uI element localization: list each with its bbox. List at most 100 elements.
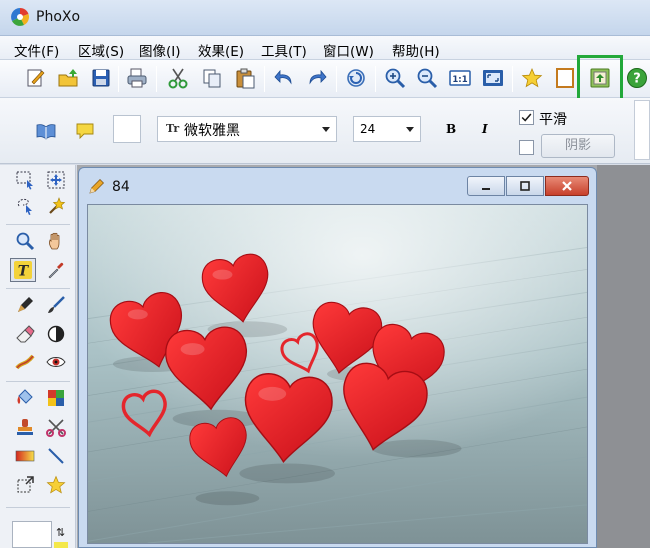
gradient-tool[interactable] <box>12 444 38 468</box>
zoom-out-button[interactable] <box>414 65 440 91</box>
stamp-tool[interactable] <box>12 415 38 439</box>
zoom-in-button[interactable] <box>382 65 408 91</box>
print-button[interactable] <box>124 65 150 91</box>
fit-window-button[interactable] <box>480 65 506 91</box>
app-logo-icon <box>11 7 29 26</box>
menu-image[interactable]: 图像(I) <box>139 40 181 60</box>
eye-icon <box>46 357 66 367</box>
close-button[interactable] <box>545 176 589 196</box>
shape-star-tool[interactable] <box>43 473 69 497</box>
brush-icon <box>48 296 65 313</box>
svg-text:T: T <box>18 264 30 280</box>
zoom-out-icon <box>417 68 438 89</box>
help-button[interactable]: ? <box>624 65 650 91</box>
font-size-select[interactable]: 24 <box>353 116 421 142</box>
text-library-button[interactable] <box>33 118 59 144</box>
swap-colors-icon[interactable]: ⇅ <box>56 526 65 539</box>
text-tool-icon: T <box>14 261 32 280</box>
menu-file[interactable]: 文件(F) <box>14 40 59 60</box>
star-icon <box>46 475 66 494</box>
zoom-tool[interactable] <box>12 229 38 253</box>
favorite-button[interactable] <box>519 65 545 91</box>
chevron-down-icon <box>406 127 414 132</box>
minimize-button[interactable] <box>467 176 505 196</box>
pen-tool[interactable] <box>12 293 38 317</box>
truetype-icon: Tr <box>166 122 180 135</box>
font-color-swatch[interactable] <box>113 115 141 143</box>
speech-bubble-icon <box>76 123 94 140</box>
title-bar: PhoXo <box>0 0 650 36</box>
italic-button[interactable]: I <box>482 122 488 136</box>
open-button[interactable] <box>55 65 81 91</box>
paste-button[interactable] <box>232 65 258 91</box>
stamp-icon <box>17 419 33 435</box>
font-size-value: 24 <box>360 122 376 136</box>
contrast-tool[interactable] <box>43 322 69 346</box>
copy-icon <box>203 69 221 88</box>
gradient-icon <box>15 450 35 462</box>
favorite-icon <box>521 67 543 88</box>
fill-tool[interactable] <box>12 386 38 410</box>
frame-button[interactable] <box>552 65 578 91</box>
help-icon: ? <box>627 68 647 88</box>
background-color-swatch[interactable] <box>54 542 68 548</box>
new-button[interactable] <box>22 65 48 91</box>
document-window: 84 <box>78 167 597 548</box>
lasso-tool[interactable] <box>12 194 38 218</box>
fill-icon <box>17 389 33 404</box>
undo-button[interactable] <box>271 65 297 91</box>
paste-icon <box>236 68 255 89</box>
shadow-button[interactable]: 阴影 <box>541 134 615 158</box>
redo-icon <box>309 69 327 85</box>
zoom-in-icon <box>385 68 406 89</box>
copy-button[interactable] <box>199 65 225 91</box>
transform-icon <box>17 476 34 493</box>
book-icon <box>36 124 56 140</box>
menu-help[interactable]: 帮助(H) <box>392 40 440 60</box>
line-tool-icon <box>48 448 64 464</box>
cut-icon <box>168 68 188 89</box>
bold-button[interactable]: B <box>446 122 456 136</box>
rect-select-tool[interactable] <box>12 168 38 192</box>
menu-effects[interactable]: 效果(E) <box>198 40 244 60</box>
hand-tool-icon <box>49 232 60 250</box>
image-canvas[interactable] <box>87 204 588 544</box>
smudge-tool[interactable] <box>12 350 38 374</box>
red-eye-tool[interactable] <box>43 350 69 374</box>
foreground-color-swatch[interactable] <box>12 521 52 548</box>
line-tool[interactable] <box>43 444 69 468</box>
maximize-icon <box>520 181 530 191</box>
hand-tool[interactable] <box>43 229 69 253</box>
smudge-icon <box>15 354 35 370</box>
text-tool[interactable]: T <box>10 258 36 282</box>
eyedropper-icon <box>48 262 64 279</box>
maximize-button[interactable] <box>506 176 544 196</box>
save-button[interactable] <box>88 65 114 91</box>
cut-button[interactable] <box>165 65 191 91</box>
color-replace-tool[interactable] <box>43 386 69 410</box>
smooth-checkbox[interactable] <box>519 110 534 125</box>
brush-tool[interactable] <box>43 293 69 317</box>
eyedropper-tool[interactable] <box>43 258 69 282</box>
actual-size-button[interactable]: 1:1 <box>447 65 473 91</box>
menu-window[interactable]: 窗口(W) <box>323 40 374 60</box>
menu-region[interactable]: 区域(S) <box>78 40 124 60</box>
clone-tool[interactable] <box>43 415 69 439</box>
move-select-tool[interactable] <box>43 168 69 192</box>
redo-button[interactable] <box>304 65 330 91</box>
magic-wand-tool[interactable] <box>43 194 69 218</box>
menu-tools[interactable]: 工具(T) <box>261 40 307 60</box>
font-family-select[interactable]: Tr 微软雅黑 <box>157 116 337 142</box>
clone-icon <box>46 419 66 437</box>
pen-icon <box>18 297 33 312</box>
lasso-icon <box>17 198 32 215</box>
actual-size-icon: 1:1 <box>449 70 471 86</box>
eraser-tool[interactable] <box>12 322 38 346</box>
undo-icon <box>274 69 292 85</box>
refresh-button[interactable] <box>343 65 369 91</box>
svg-text:1:1: 1:1 <box>452 75 467 85</box>
close-icon <box>562 181 572 191</box>
speech-bubble-button[interactable] <box>72 118 98 144</box>
shadow-checkbox[interactable] <box>519 140 534 155</box>
transform-tool[interactable] <box>12 473 38 497</box>
